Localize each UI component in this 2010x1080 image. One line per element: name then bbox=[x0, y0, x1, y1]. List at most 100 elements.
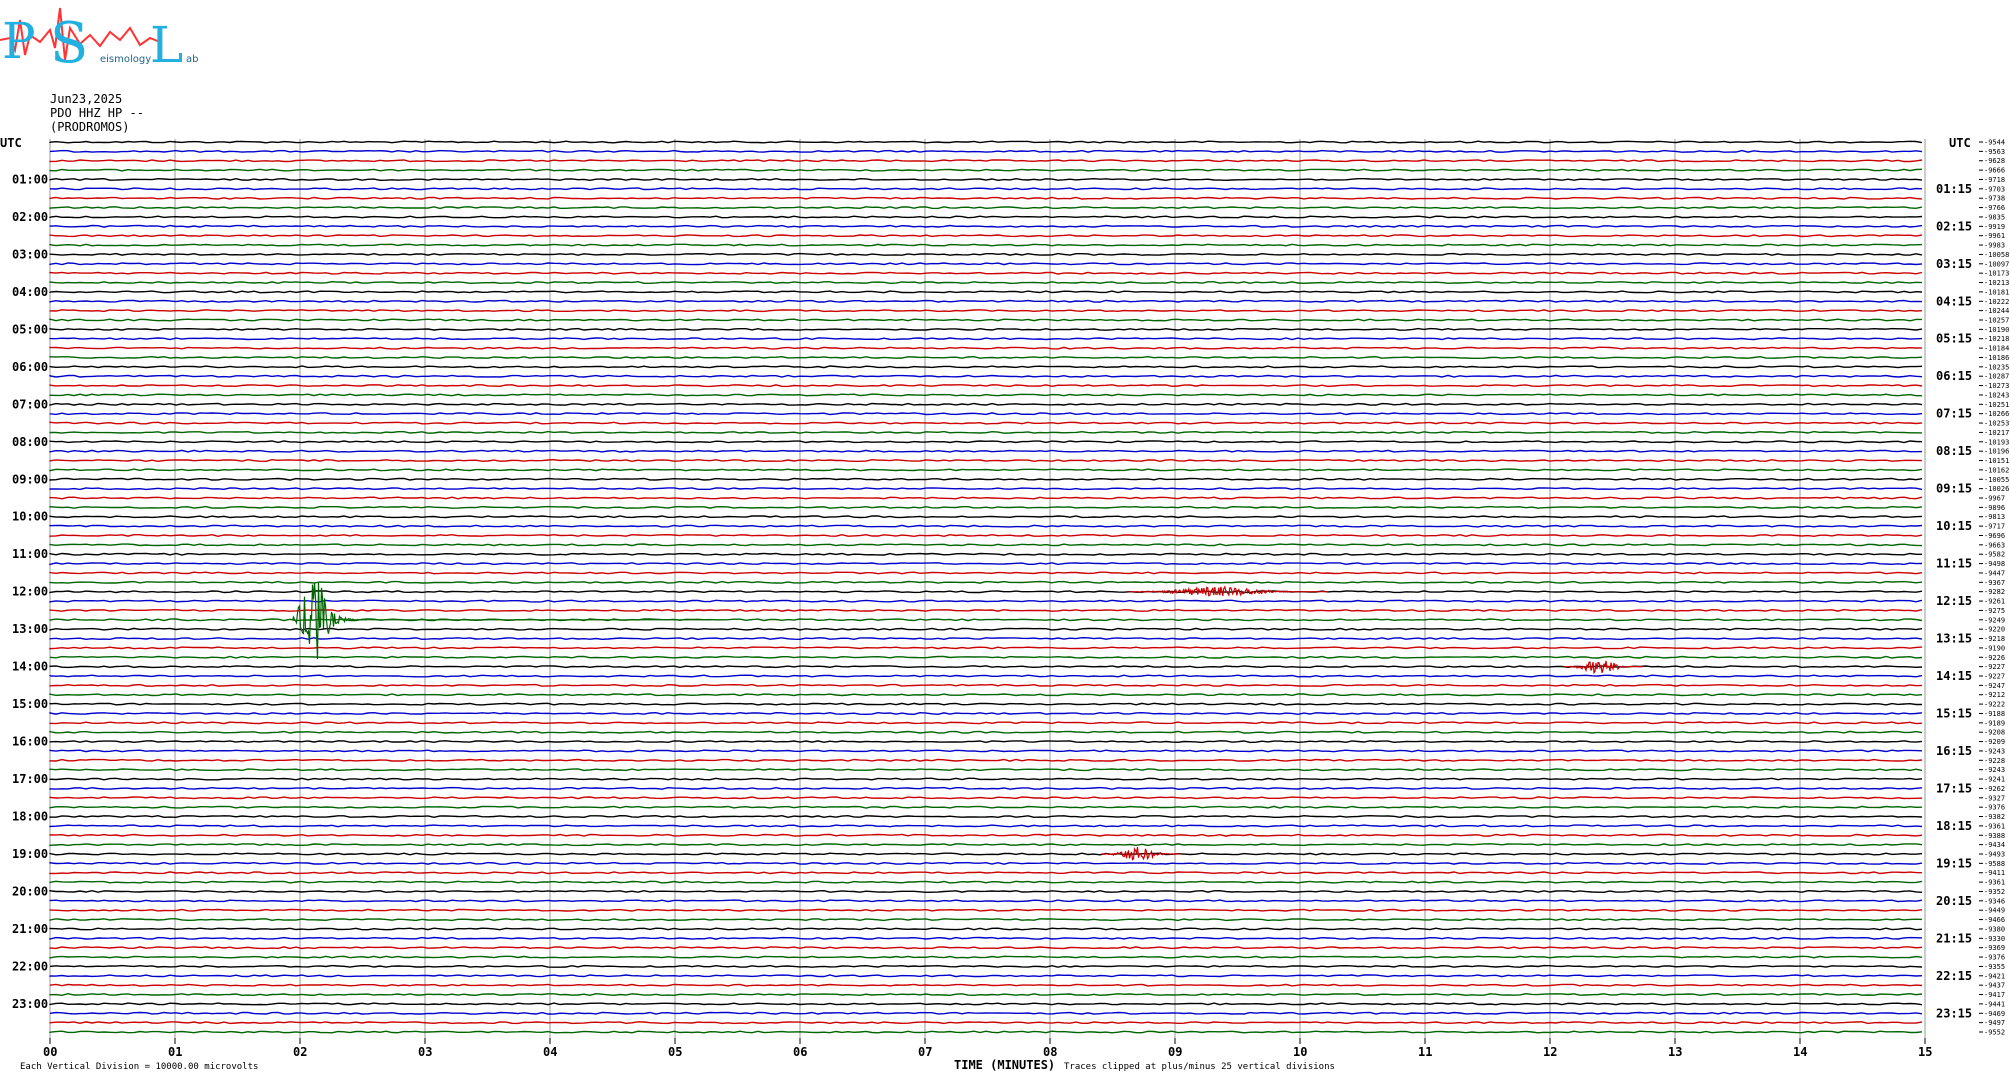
trace-line bbox=[49, 252, 1923, 256]
trace-line bbox=[49, 290, 1923, 294]
trace-offset-label: -9261 bbox=[1984, 598, 2005, 606]
trace-line bbox=[49, 683, 1923, 687]
trace-line bbox=[49, 196, 1923, 200]
trace-line bbox=[49, 608, 1923, 612]
trace-offset-label: -10217 bbox=[1984, 429, 2009, 437]
trace-offset-label: -9262 bbox=[1984, 785, 2005, 793]
trace-line bbox=[49, 393, 1922, 397]
left-time-label: 15:00 bbox=[12, 697, 48, 711]
right-time-label: 21:15 bbox=[1936, 931, 1972, 945]
trace-offset-label: -10190 bbox=[1984, 326, 2009, 334]
left-time-label: 06:00 bbox=[12, 360, 48, 374]
right-time-label: 15:15 bbox=[1936, 707, 1972, 721]
right-time-label: 23:15 bbox=[1936, 1006, 1972, 1020]
trace-line bbox=[49, 974, 1923, 978]
trace-offset-label: -10055 bbox=[1984, 476, 2009, 484]
event-waveform bbox=[1101, 846, 1181, 861]
trace-line bbox=[49, 636, 1923, 641]
trace-line bbox=[49, 777, 1923, 781]
trace-line bbox=[49, 374, 1923, 378]
trace-line bbox=[49, 814, 1923, 819]
trace-offset-label: -9376 bbox=[1984, 804, 2005, 812]
trace-line bbox=[49, 740, 1923, 744]
x-tick-label: 05 bbox=[668, 1045, 682, 1059]
right-time-label: 19:15 bbox=[1936, 856, 1972, 870]
left-time-label: 22:00 bbox=[12, 959, 48, 973]
left-time-label: 10:00 bbox=[12, 510, 48, 524]
trace-offset-label: -9382 bbox=[1984, 813, 2005, 821]
trace-line bbox=[49, 796, 1923, 800]
x-tick-label: 06 bbox=[793, 1045, 807, 1059]
trace-line bbox=[49, 908, 1923, 912]
trace-offset-label: -9469 bbox=[1984, 1010, 2005, 1018]
trace-offset-label: -9628 bbox=[1984, 157, 2005, 165]
trace-offset-label: -9738 bbox=[1984, 195, 2005, 203]
trace-line bbox=[49, 955, 1923, 959]
trace-offset-label: -9361 bbox=[1984, 879, 2005, 887]
trace-line bbox=[49, 552, 1922, 556]
right-time-label: 08:15 bbox=[1936, 444, 1972, 458]
right-time-label: 09:15 bbox=[1936, 482, 1972, 496]
trace-offset-label: -9327 bbox=[1984, 794, 2005, 802]
trace-offset-label: -9421 bbox=[1984, 972, 2005, 980]
left-time-label: 14:00 bbox=[12, 660, 48, 674]
trace-offset-label: -9441 bbox=[1984, 1000, 2005, 1008]
trace-offset-label: -10196 bbox=[1984, 448, 2009, 456]
trace-line bbox=[49, 880, 1923, 884]
trace-line bbox=[49, 843, 1923, 847]
trace-line bbox=[49, 177, 1923, 182]
trace-offset-label: -9498 bbox=[1984, 560, 2005, 568]
left-time-label: 04:00 bbox=[12, 285, 48, 299]
trace-line bbox=[49, 505, 1923, 509]
right-time-label: 05:15 bbox=[1936, 332, 1972, 346]
x-tick-label: 07 bbox=[918, 1045, 932, 1059]
trace-offset-label: -9226 bbox=[1984, 654, 2005, 662]
trace-line bbox=[49, 927, 1923, 931]
trace-offset-label: -9228 bbox=[1984, 757, 2005, 765]
trace-line bbox=[49, 918, 1923, 922]
trace-offset-label: -9282 bbox=[1984, 588, 2005, 596]
left-time-label: 17:00 bbox=[12, 772, 48, 786]
trace-line bbox=[49, 674, 1923, 678]
trace-offset-label: -9209 bbox=[1984, 738, 2005, 746]
right-time-label: 02:15 bbox=[1936, 219, 1972, 233]
trace-offset-label: -9346 bbox=[1984, 897, 2005, 905]
trace-offset-label: -9961 bbox=[1984, 232, 2005, 240]
trace-offset-label: -10273 bbox=[1984, 382, 2009, 390]
trace-offset-label: -9367 bbox=[1984, 579, 2005, 587]
trace-offset-label: -9227 bbox=[1984, 663, 2005, 671]
trace-offset-label: -9208 bbox=[1984, 729, 2005, 737]
trace-offset-label: -9552 bbox=[1984, 1029, 2005, 1037]
trace-line bbox=[49, 702, 1922, 706]
trace-offset-label: -9189 bbox=[1984, 719, 2005, 727]
trace-offset-label: -9696 bbox=[1984, 532, 2005, 540]
right-time-label: 01:15 bbox=[1936, 182, 1972, 196]
trace-line bbox=[49, 533, 1923, 538]
right-time-label: 17:15 bbox=[1936, 781, 1972, 795]
trace-offset-label: -10222 bbox=[1984, 298, 2009, 306]
trace-line bbox=[49, 749, 1923, 753]
trace-offset-label: -9437 bbox=[1984, 982, 2005, 990]
left-time-label: 02:00 bbox=[12, 210, 48, 224]
trace-offset-label: -9380 bbox=[1984, 925, 2005, 933]
trace-offset-label: -10186 bbox=[1984, 354, 2009, 362]
x-tick-label: 02 bbox=[293, 1045, 307, 1059]
trace-offset-label: -9243 bbox=[1984, 766, 2005, 774]
trace-offset-label: -9222 bbox=[1984, 701, 2005, 709]
event-waveform bbox=[1128, 585, 1328, 597]
trace-line bbox=[49, 543, 1923, 547]
scale-note: Each Vertical Division = 10000.00 microv… bbox=[20, 1062, 258, 1072]
trace-line bbox=[49, 730, 1923, 734]
right-time-label: 22:15 bbox=[1936, 969, 1972, 983]
right-time-label: 18:15 bbox=[1936, 819, 1972, 833]
right-time-label: 16:15 bbox=[1936, 744, 1972, 758]
trace-offset-label: -9967 bbox=[1984, 495, 2005, 503]
trace-offset-label: -9352 bbox=[1984, 888, 2005, 896]
left-time-label: 18:00 bbox=[12, 810, 48, 824]
trace-offset-label: -9330 bbox=[1984, 935, 2005, 943]
trace-offset-label: -10244 bbox=[1984, 307, 2009, 315]
trace-offset-label: -9188 bbox=[1984, 710, 2005, 718]
trace-offset-label: -9493 bbox=[1984, 851, 2005, 859]
trace-offset-label: -10173 bbox=[1984, 270, 2009, 278]
trace-line bbox=[49, 889, 1923, 894]
